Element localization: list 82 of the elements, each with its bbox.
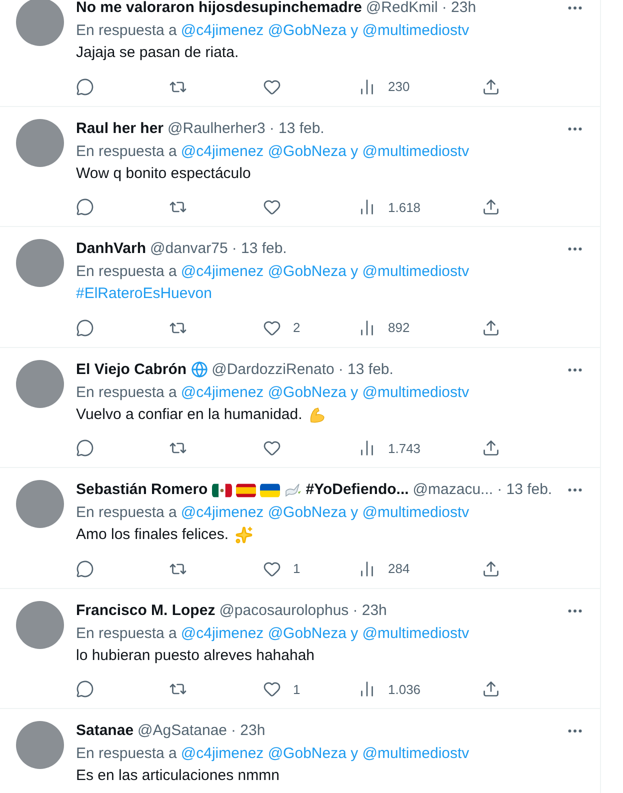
bar-chart-icon[interactable] [358,439,376,458]
user-name[interactable]: Satanae [76,721,134,741]
user-name[interactable]: Sebastián Romero [76,480,208,500]
post-text: Amo los finales felices. [76,525,229,545]
post-time[interactable]: · 13 feb. [232,239,287,259]
share-icon[interactable] [482,318,500,337]
reply-icon[interactable] [76,78,94,96]
user-handle[interactable]: @AgSatanae [138,721,228,741]
user-name[interactable]: #YoDefiendo... [306,480,409,500]
post-text: lo hubieran puesto alreves hahahah [76,646,315,666]
bar-chart-icon[interactable] [358,680,376,698]
user-handle[interactable]: @DardozziRenato [212,360,334,380]
heart-icon[interactable] [263,198,281,216]
share-icon[interactable] [482,78,500,96]
reply-label: En respuesta a [76,624,177,644]
reply-icon[interactable] [76,318,94,337]
post-time[interactable]: · 13 feb. [497,480,552,500]
post-time[interactable]: · 13 feb. [338,360,394,380]
flag-icon [260,482,280,498]
bar-chart-icon[interactable] [358,78,376,96]
reply-label: En respuesta a [76,744,177,764]
post-text: Es en las articulaciones nmmn [76,766,280,786]
reply-label: En respuesta a [76,503,177,523]
count-label: 892 [388,319,410,337]
avatar-photo-placeholder[interactable] [16,480,64,528]
user-handle[interactable]: @mazacu... [412,480,494,500]
avatar-photo-placeholder[interactable] [16,0,64,46]
post-text: Wow q bonito espectáculo [76,164,251,184]
post-text: Jajaja se pasan de riata. [76,43,239,63]
user-name[interactable]: El Viejo Cabrón [76,360,187,380]
user-handle[interactable]: @RedKmil [366,0,438,18]
user-handle[interactable]: @Raulherher3 [168,118,266,138]
count-label: 1.036 [388,680,421,698]
avatar-photo-placeholder[interactable] [16,600,64,648]
bar-chart-icon[interactable] [358,198,376,216]
reply-icon[interactable] [76,680,94,698]
share-icon[interactable] [482,439,500,458]
sparkles-icon [234,526,253,544]
count-label: 230 [388,78,410,96]
avatar-photo-placeholder[interactable] [16,118,64,166]
avatar-photo-placeholder[interactable] [16,360,64,408]
avatar-photo-placeholder[interactable] [16,721,64,769]
count-label: 1 [293,560,300,578]
avatar-photo-placeholder[interactable] [16,239,64,287]
heart-icon[interactable] [263,560,281,578]
reply-label: En respuesta a [76,382,177,402]
post-time[interactable]: · 23h [352,600,387,620]
count-label: 2 [293,319,300,337]
reply-icon[interactable] [76,560,94,578]
reply-icon[interactable] [76,439,94,458]
user-handle[interactable]: @danvar75 [150,239,228,259]
share-icon[interactable] [482,680,500,698]
bar-chart-icon[interactable] [358,318,376,337]
heart-icon[interactable] [263,439,281,458]
heart-icon[interactable] [263,78,281,96]
reply-icon[interactable] [76,198,94,216]
heart-icon[interactable] [263,318,281,337]
count-label: 1.743 [388,440,421,458]
reply-label: En respuesta a [76,142,177,162]
arm-icon [308,406,326,424]
post-time[interactable]: · 23h [231,721,266,741]
user-name[interactable]: No me valoraron hijosdesupinchemadre [76,0,362,18]
bar-chart-icon[interactable] [358,560,376,578]
share-icon[interactable] [482,560,500,578]
globe-icon [190,361,208,378]
post-time[interactable]: · 13 feb. [269,118,324,138]
post-time[interactable]: · 23h [442,0,476,18]
post-text: Vuelvo a confiar en la humanidad. [76,404,302,424]
reply-label: En respuesta a [76,262,177,282]
count-label: 1.618 [388,198,421,216]
share-icon[interactable] [482,198,500,216]
reply-label: En respuesta a [76,21,177,41]
flag-icon [212,482,232,498]
flag-icon [236,482,256,498]
count-label: 284 [388,560,410,578]
user-name[interactable]: Francisco M. Lopez [76,600,216,620]
user-name[interactable]: Raul her her [76,118,164,138]
bird-icon [284,482,302,498]
count-label: 1 [293,680,300,698]
user-handle[interactable]: @pacosaurolophus [219,600,349,620]
heart-icon[interactable] [263,680,281,698]
user-name[interactable]: DanhVarh [76,239,146,259]
